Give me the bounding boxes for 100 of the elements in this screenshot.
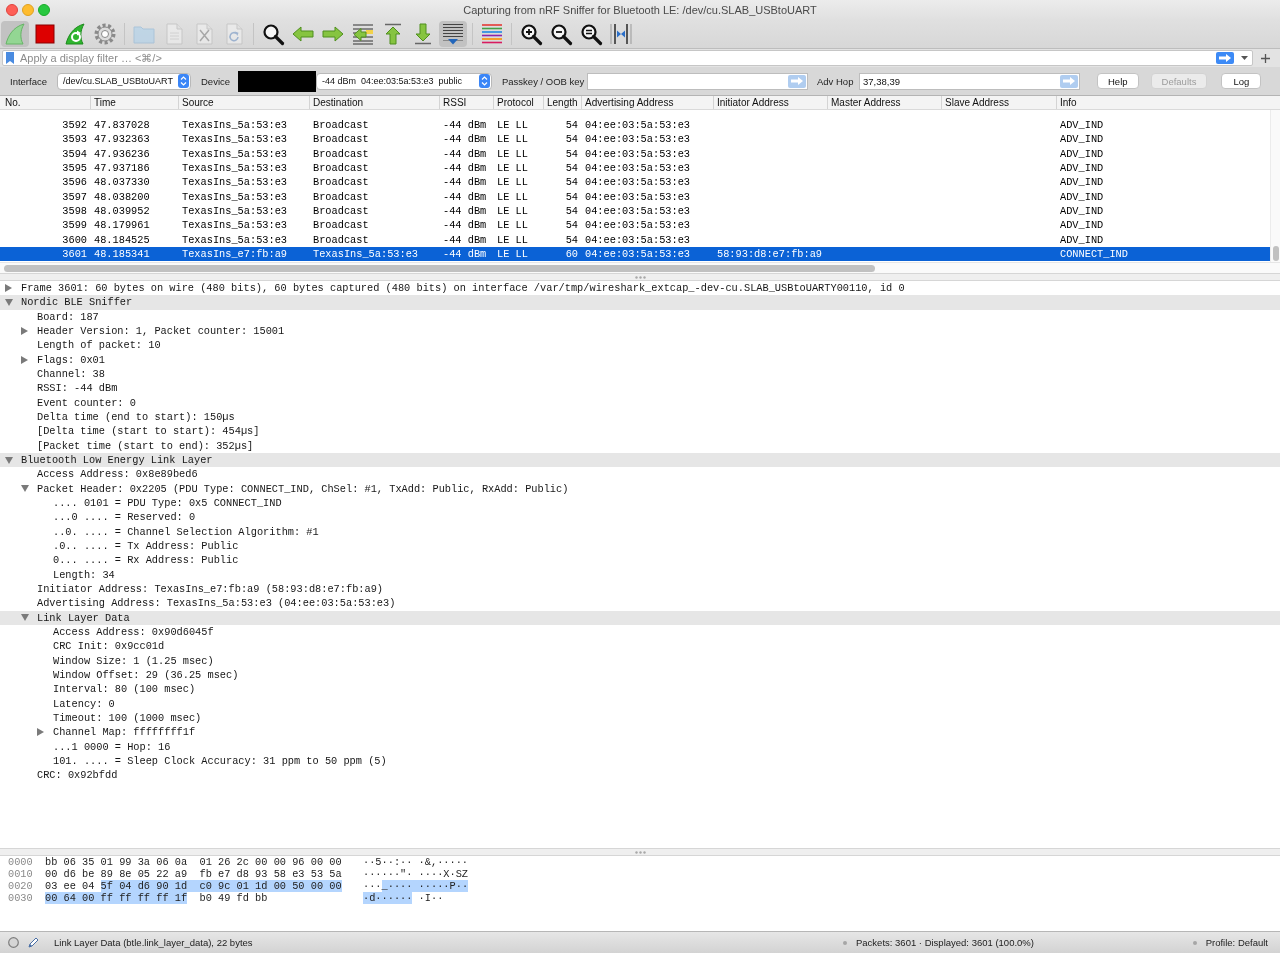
disclosure-triangle-icon[interactable] [5, 456, 13, 464]
disclosure-triangle-icon[interactable] [21, 485, 29, 493]
bookmark-icon[interactable] [6, 52, 14, 64]
resize-columns-icon [610, 23, 632, 45]
tree-item[interactable]: ...0 .... = Reserved: 0 [53, 511, 196, 524]
tree-item[interactable]: Access Address: 0x8e89bed6 [37, 468, 198, 481]
disclosure-triangle-icon[interactable] [21, 355, 28, 364]
tree-item[interactable]: Link Layer Data [37, 611, 130, 624]
table-cell: Broadcast [313, 162, 369, 175]
column-header[interactable]: No. [5, 97, 21, 108]
start-capture-button[interactable] [1, 21, 29, 47]
tree-item[interactable]: Initiator Address: TexasIns_e7:fb:a9 (58:93:d8:e7:fb:a9) [37, 583, 384, 596]
tree-item[interactable]: Timeout: 100 (1000 msec) [53, 712, 202, 724]
device-dropdown[interactable]: -44 dBm 04:ee:03:5a:53:e3 public [316, 72, 492, 90]
table-cell: Broadcast [313, 176, 369, 189]
passkey-field[interactable] [587, 72, 808, 90]
tree-item[interactable]: Latency: 0 [53, 697, 115, 710]
minimize-window-button[interactable] [22, 4, 34, 16]
column-header[interactable]: Advertising Address [585, 97, 674, 108]
column-header[interactable]: Time [94, 97, 116, 108]
down-arrow-icon [412, 23, 434, 45]
tree-item[interactable]: Event counter: 0 [37, 396, 136, 409]
search-icon [262, 23, 284, 45]
tree-item[interactable]: Length of packet: 10 [37, 339, 161, 352]
zoom-window-button[interactable] [38, 4, 50, 16]
tree-item[interactable]: Window Size: 1 (1.25 msec) [53, 654, 214, 667]
table-cell: 3593 [62, 133, 87, 146]
scrollbar-thumb[interactable] [1272, 246, 1279, 261]
autoscroll-button[interactable] [439, 21, 467, 47]
column-header[interactable]: Slave Address [945, 97, 1009, 108]
tree-item[interactable]: Interval: 80 (100 msec) [53, 683, 196, 696]
tree-item[interactable]: Bluetooth Low Energy Link Layer [21, 454, 213, 467]
column-header[interactable]: Initiator Address [717, 97, 789, 108]
close-window-button[interactable] [6, 4, 18, 16]
tree-item[interactable]: CRC: 0x92bfdd [37, 769, 118, 782]
tree-item[interactable]: 0... .... = Rx Address: Public [53, 554, 239, 567]
tree-item[interactable]: Advertising Address: TexasIns_5a:53:e3 (04:ee:03:5a:53:e3) [37, 597, 396, 610]
hex-offset: 0020 [8, 880, 33, 892]
table-cell: 04:ee:03:5a:53:e3 [585, 233, 691, 246]
zoom-in-icon [520, 23, 542, 45]
tree-item[interactable]: Header Version: 1, Packet counter: 15001 [37, 325, 285, 338]
scrollbar-thumb[interactable] [4, 264, 875, 272]
tree-item[interactable]: .0.. .... = Tx Address: Public [53, 540, 239, 553]
tree-item[interactable]: Length: 34 [53, 568, 115, 581]
pencil-icon[interactable] [28, 937, 39, 948]
tree-item[interactable]: .... 0101 = PDU Type: 0x5 CONNECT_IND [53, 497, 282, 510]
table-cell: 04:ee:03:5a:53:e3 [585, 176, 691, 189]
adv-hop-field[interactable]: 37,38,39 [859, 72, 1080, 90]
column-header[interactable]: Destination [313, 97, 364, 108]
tree-item[interactable]: Channel: 38 [37, 368, 105, 381]
caret-icon [1241, 56, 1248, 60]
dialog-button[interactable]: Help [1097, 73, 1139, 89]
disclosure-triangle-icon[interactable] [21, 614, 29, 622]
selected-row[interactable]: 3601 48.185341 TexasIns_e7:fb:a9 TexasIns_5a:53:e3 -44 dBm LE LL 60 04:ee:03:5a:53:e3 58:93:d8:e7:fb:a9 CONNECT_IND [0, 246, 1270, 262]
table-cell: TexasIns_5a:53:e3 [182, 162, 288, 175]
apply-filter-button[interactable] [1216, 52, 1234, 64]
disclosure-triangle-icon[interactable] [21, 327, 28, 336]
tree-item[interactable]: ..0. .... = Channel Selection Algorithm: #1 [53, 525, 319, 538]
column-header[interactable]: Protocol [497, 97, 534, 108]
tree-item[interactable]: Frame 3601: 60 bytes on wire (480 bits), 60 bytes captured (480 bits) on interface /var/tmp/wireshark_extcap_-dev-cu.SLAB_USBtoUARTY00110, id 0 [21, 282, 905, 295]
tree-item[interactable]: RSSI: -44 dBm [37, 382, 118, 395]
resize-columns-button[interactable] [607, 21, 635, 47]
disclosure-triangle-icon[interactable] [5, 299, 13, 306]
tree-item[interactable]: [Packet time (start to end): 352µs] [37, 439, 254, 452]
window-title: Capturing from nRF Sniffer for Bluetooth LE: /dev/cu.SLAB_USBtoUART [463, 4, 817, 16]
ascii-text: ·I·· [418, 892, 444, 904]
table-cell: -44 dBm [443, 133, 487, 146]
tree-item[interactable]: 101. .... = Sleep Clock Accuracy: 31 ppm to 50 ppm (5) [53, 755, 387, 767]
column-header[interactable]: Info [1060, 97, 1077, 108]
profile-text[interactable]: Profile: Default [1205, 937, 1268, 948]
column-header[interactable]: Source [182, 97, 214, 108]
table-cell: TexasIns_5a:53:e3 [182, 119, 288, 132]
interface-dropdown[interactable]: /dev/cu.SLAB_USBtoUART [57, 72, 191, 90]
table-cell: -44 dBm [443, 219, 487, 232]
ascii-text: ·d······ [363, 892, 413, 904]
tree-item[interactable]: Board: 187 [37, 310, 99, 323]
plus-icon [1260, 53, 1270, 63]
column-header[interactable]: Length [547, 97, 578, 108]
disclosure-triangle-icon[interactable] [5, 284, 12, 293]
tree-item[interactable]: [Delta time (start to start): 454µs] [37, 425, 260, 438]
display-filter-field[interactable]: Apply a display filter … <⌘/> [2, 50, 1253, 66]
tree-item[interactable]: Nordic BLE Sniffer [21, 296, 133, 309]
add-filter-button[interactable] [1258, 51, 1272, 65]
restart-icon [64, 23, 86, 45]
column-header[interactable]: Master Address [831, 97, 901, 108]
table-cell: -44 dBm [443, 119, 487, 132]
tree-item[interactable]: ...1 0000 = Hop: 16 [53, 740, 171, 753]
dialog-button[interactable]: Log [1221, 73, 1262, 89]
column-header[interactable]: RSSI [443, 97, 467, 108]
table-cell: 3597 [62, 190, 87, 203]
disclosure-triangle-icon[interactable] [37, 728, 44, 737]
tree-item[interactable]: Access Address: 0x90d6045f [53, 626, 214, 639]
filter-history-button[interactable] [1241, 56, 1248, 60]
tree-item[interactable]: Channel Map: ffffffff1f [53, 726, 196, 739]
tree-item[interactable]: CRC Init: 0x9cc01d [53, 640, 165, 653]
tree-item[interactable]: Packet Header: 0x2205 (PDU Type: CONNECT_IND, ChSel: #1, TxAdd: Public, RxAdd: Public) [37, 482, 569, 495]
tree-item[interactable]: Flags: 0x01 [37, 353, 105, 366]
tree-item[interactable]: Delta time (end to start): 150µs [37, 411, 235, 424]
status-circle-icon[interactable] [8, 937, 19, 948]
tree-item[interactable]: Window Offset: 29 (36.25 msec) [53, 669, 239, 681]
